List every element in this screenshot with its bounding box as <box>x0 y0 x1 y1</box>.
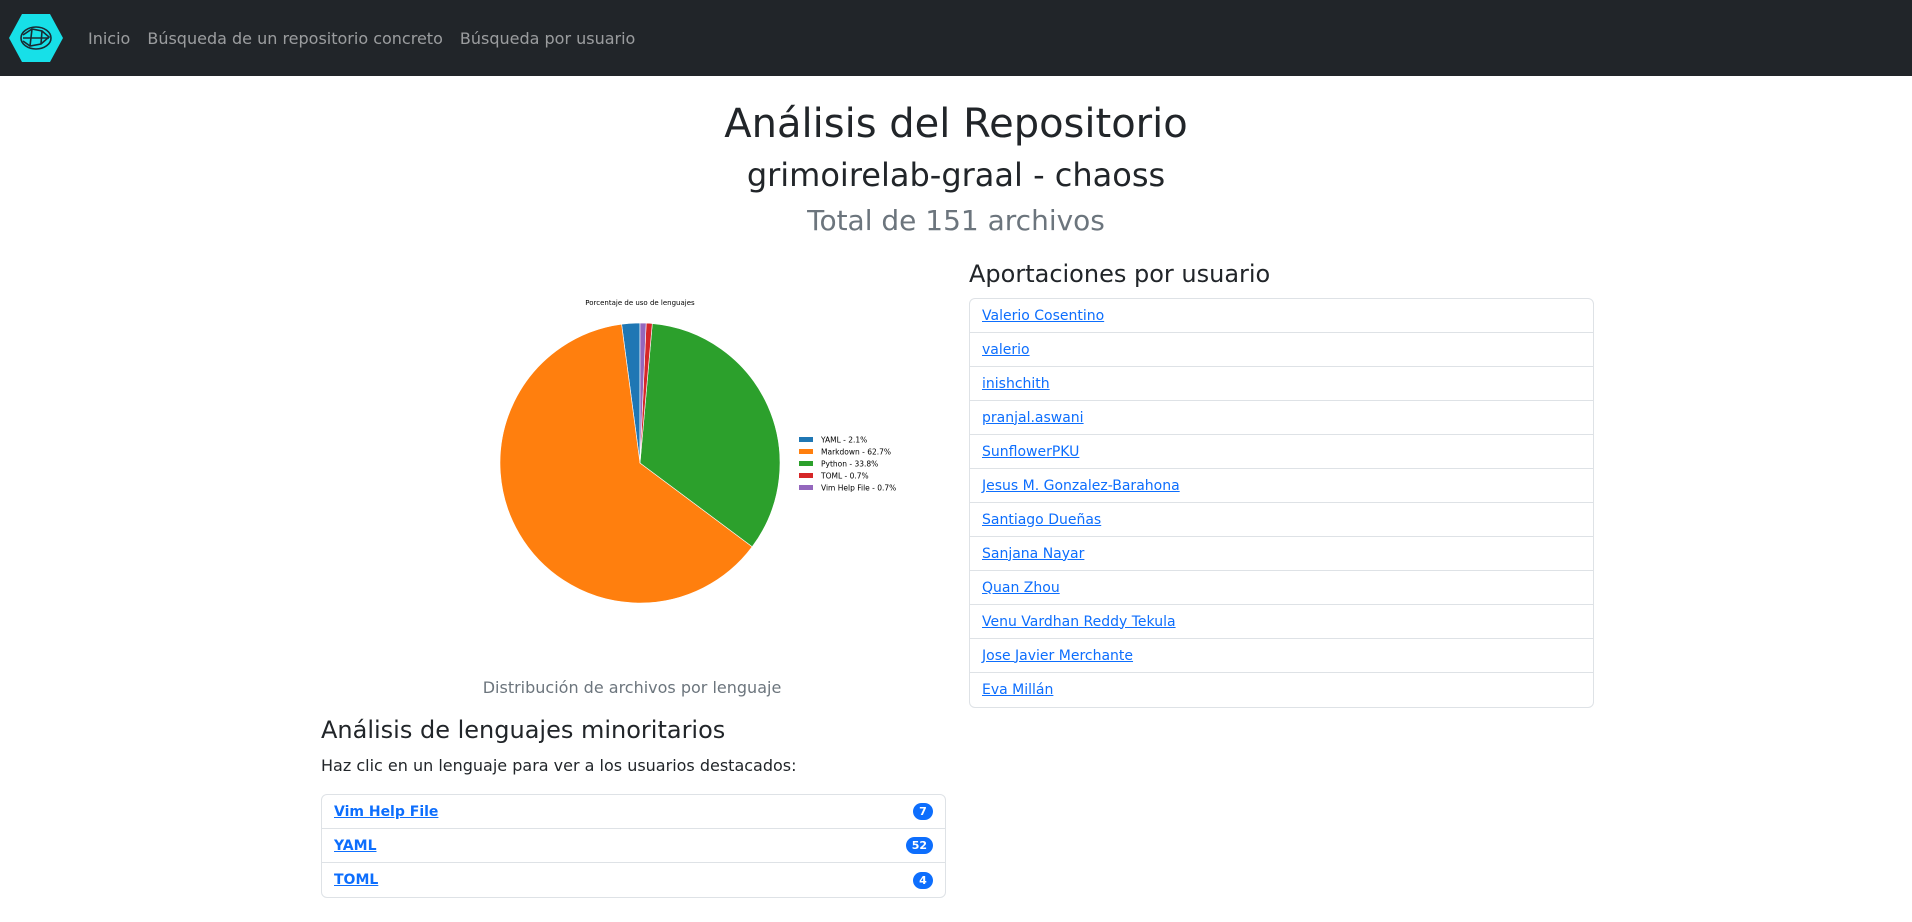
language-link[interactable]: Vim Help File <box>334 804 438 820</box>
contributors-list: Valerio Cosentino valerio inishchith pra… <box>969 298 1594 708</box>
legend-label: Python - 33.8% <box>821 460 878 469</box>
list-item[interactable]: Jesus M. Gonzalez-Barahona <box>970 469 1593 503</box>
language-link[interactable]: YAML <box>334 838 377 854</box>
nav-links: Inicio Búsqueda de un repositorio concre… <box>88 0 652 76</box>
list-item[interactable]: Santiago Dueñas <box>970 503 1593 537</box>
count-badge: 4 <box>913 871 933 889</box>
legend-swatch <box>799 449 813 454</box>
user-link[interactable]: inishchith <box>982 376 1050 392</box>
count-badge: 52 <box>905 837 933 854</box>
nav-link-inicio[interactable]: Inicio <box>88 29 130 48</box>
legend-swatch <box>799 485 813 490</box>
count-badge: 7 <box>913 803 933 820</box>
list-item[interactable]: Jose Javier Merchante <box>970 639 1593 673</box>
user-link[interactable]: Jose Javier Merchante <box>982 648 1133 664</box>
user-link[interactable]: valerio <box>982 342 1030 358</box>
list-item[interactable]: SunflowerPKU <box>970 435 1593 469</box>
minority-hint: Haz clic en un lenguaje para ver a los u… <box>321 756 797 775</box>
nav-link-repo-search[interactable]: Búsqueda de un repositorio concreto <box>147 29 443 48</box>
chart-title: Porcentaje de uso de lenguajes <box>585 299 695 307</box>
user-link[interactable]: Eva Millán <box>982 682 1053 698</box>
minority-language-list: Vim Help File 7 YAML 52 TOML 4 <box>321 794 946 898</box>
legend-label: TOML - 0.7% <box>820 472 869 481</box>
legend-label: YAML - 2.1% <box>820 436 867 445</box>
list-item[interactable]: inishchith <box>970 367 1593 401</box>
page-title: Análisis del Repositorio <box>724 101 1188 147</box>
list-item[interactable]: YAML 52 <box>322 829 945 863</box>
legend-swatch <box>799 461 813 466</box>
user-link[interactable]: SunflowerPKU <box>982 444 1079 460</box>
pie-chart-svg: Porcentaje de uso de lenguajes YAML - 2.… <box>499 299 896 604</box>
language-pie-chart: Porcentaje de uso de lenguajes YAML - 2.… <box>420 285 920 655</box>
list-item[interactable]: Quan Zhou <box>970 571 1593 605</box>
chart-caption: Distribución de archivos por lenguaje <box>482 678 782 697</box>
navbar: Inicio Búsqueda de un repositorio concre… <box>0 0 1912 76</box>
legend-label: Markdown - 62.7% <box>821 448 891 457</box>
list-item[interactable]: Venu Vardhan Reddy Tekula <box>970 605 1593 639</box>
logo-icon[interactable] <box>8 13 64 63</box>
legend-label: Vim Help File - 0.7% <box>821 484 896 493</box>
list-item[interactable]: TOML 4 <box>322 863 945 897</box>
list-item[interactable]: pranjal.aswani <box>970 401 1593 435</box>
language-link[interactable]: TOML <box>334 872 378 888</box>
list-item[interactable]: Eva Millán <box>970 673 1593 707</box>
user-link[interactable]: Valerio Cosentino <box>982 308 1104 324</box>
legend-swatch <box>799 437 813 442</box>
total-files: Total de 151 archivos <box>807 204 1105 237</box>
contributors-section-title: Aportaciones por usuario <box>969 260 1271 288</box>
nav-link-user-search[interactable]: Búsqueda por usuario <box>460 29 635 48</box>
user-link[interactable]: Jesus M. Gonzalez-Barahona <box>982 478 1180 494</box>
repo-name: grimoirelab-graal - chaoss <box>746 156 1166 194</box>
user-link[interactable]: Venu Vardhan Reddy Tekula <box>982 614 1176 630</box>
user-link[interactable]: Sanjana Nayar <box>982 546 1084 562</box>
user-link[interactable]: Santiago Dueñas <box>982 512 1101 528</box>
list-item[interactable]: valerio <box>970 333 1593 367</box>
list-item[interactable]: Valerio Cosentino <box>970 299 1593 333</box>
list-item[interactable]: Vim Help File 7 <box>322 795 945 829</box>
legend-swatch <box>799 473 813 478</box>
user-link[interactable]: pranjal.aswani <box>982 410 1084 426</box>
minority-section-title: Análisis de lenguajes minoritarios <box>321 716 726 744</box>
list-item[interactable]: Sanjana Nayar <box>970 537 1593 571</box>
user-link[interactable]: Quan Zhou <box>982 580 1060 596</box>
